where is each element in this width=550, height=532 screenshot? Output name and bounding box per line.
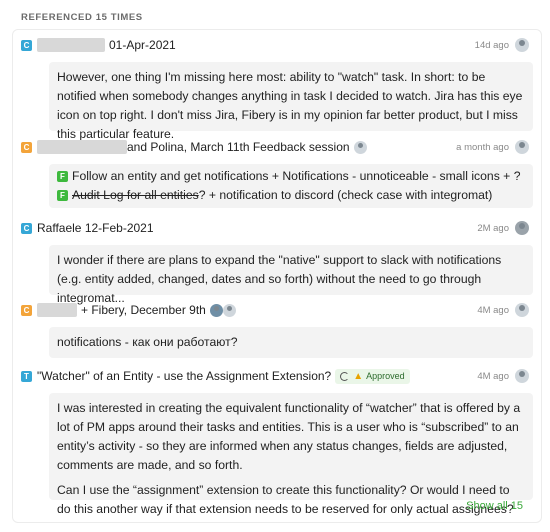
reference-title[interactable]: 01-Apr-2021 — [109, 38, 176, 52]
doc-type-badge: C — [21, 222, 32, 234]
avatar — [515, 369, 529, 383]
redacted-name — [37, 38, 105, 52]
reference-time: 2M ago — [477, 222, 509, 234]
doc-type-badge: C — [21, 304, 32, 316]
reference-time: 4M ago — [477, 304, 509, 316]
reference-item[interactable]: C + Fibery, December 9th 4M ago notifica… — [21, 299, 533, 358]
reference-time: 4M ago — [477, 370, 509, 382]
feature-link[interactable]: Audit Log for all entities — [72, 188, 199, 202]
reference-item[interactable]: C Raffaele 12-Feb-2021 2M ago I wonder i… — [21, 217, 533, 305]
reference-time: a month ago — [456, 141, 509, 153]
show-all-link[interactable]: Show all 15 — [466, 500, 523, 512]
quote-paragraph: I was interested in creating the equival… — [57, 401, 521, 472]
thumbs-up-icon: ▲ — [353, 370, 364, 382]
reference-quote: I wonder if there are plans to expand th… — [49, 245, 533, 305]
reference-item[interactable]: T "Watcher" of an Entity - use the Assig… — [21, 365, 533, 516]
avatar — [515, 221, 529, 235]
reference-quote: F Follow an entity and get notifications … — [49, 164, 533, 208]
reference-quote: I was interested in creating the equival… — [49, 393, 533, 516]
avatar — [222, 303, 236, 317]
feature-icon[interactable]: F — [57, 190, 68, 201]
avatar — [515, 303, 529, 317]
avatar — [515, 140, 529, 154]
quote-text: Follow an entity and get notifications +… — [72, 169, 521, 183]
reference-header[interactable]: C Raffaele 12-Feb-2021 2M ago — [21, 217, 533, 239]
reference-header[interactable]: T "Watcher" of an Entity - use the Assig… — [21, 365, 533, 387]
reference-item[interactable]: C and Polina, March 11th Feedback sessio… — [21, 136, 533, 208]
reference-title[interactable]: + Fibery, December 9th — [81, 303, 206, 317]
doc-type-badge: C — [21, 141, 32, 153]
status-label: Approved — [366, 371, 405, 381]
reference-title[interactable]: and Polina, March 11th Feedback session — [127, 140, 350, 154]
redacted-name — [37, 140, 127, 154]
quote-line: F Audit Log for all entities? + notificat… — [57, 186, 525, 205]
redacted-name — [37, 303, 77, 317]
reference-title[interactable]: "Watcher" of an Entity - use the Assignm… — [37, 369, 331, 383]
reference-time: 14d ago — [474, 39, 509, 51]
reference-header[interactable]: C 01-Apr-2021 14d ago — [21, 34, 533, 56]
reference-item[interactable]: C 01-Apr-2021 14d ago However, one thing… — [21, 34, 533, 141]
quote-paragraph: Can I use the “assignment” extension to … — [57, 483, 514, 516]
quote-line: F Follow an entity and get notifications … — [57, 167, 525, 186]
in-progress-icon — [340, 371, 350, 381]
reference-title[interactable]: Raffaele 12-Feb-2021 — [37, 221, 154, 235]
feature-icon[interactable]: F — [57, 171, 68, 182]
reference-header[interactable]: C + Fibery, December 9th 4M ago — [21, 299, 533, 321]
reference-quote: notifications - как они работают? — [49, 327, 533, 358]
avatar — [353, 140, 367, 154]
reference-header[interactable]: C and Polina, March 11th Feedback sessio… — [21, 136, 533, 158]
referenced-heading: REFERENCED 15 TIMES — [21, 12, 143, 23]
doc-type-badge: C — [21, 39, 32, 51]
reference-quote: However, one thing I'm missing here most… — [49, 62, 533, 141]
avatar — [209, 303, 223, 317]
status-badge[interactable]: ▲ Approved — [335, 368, 410, 384]
doc-type-badge: T — [21, 370, 32, 382]
references-card: C 01-Apr-2021 14d ago However, one thing… — [12, 29, 542, 523]
avatar — [515, 38, 529, 52]
quote-text: ? + notification to discord (check case … — [198, 188, 493, 202]
